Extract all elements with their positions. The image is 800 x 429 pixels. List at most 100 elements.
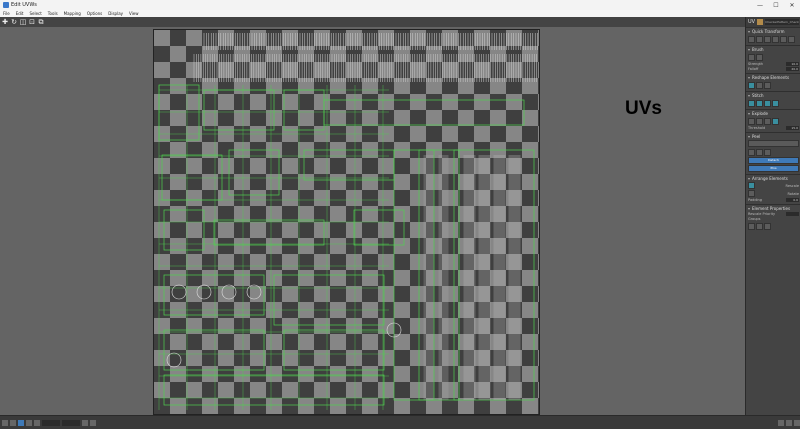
rescale-priority-input[interactable] (786, 212, 799, 216)
move-tool-icon[interactable]: ✚ (1, 18, 9, 26)
threshold-input[interactable]: 15.0 (786, 126, 799, 130)
section-stitch: Stitch (746, 91, 800, 109)
peel-icon[interactable] (756, 149, 763, 156)
menu-select[interactable]: Select (29, 11, 41, 16)
explode-icon[interactable] (748, 118, 755, 125)
vertex-mode-icon[interactable] (2, 419, 8, 426)
stitch-target-icon[interactable] (764, 100, 771, 107)
section-header[interactable]: Reshape Elements (748, 75, 799, 80)
threshold-label: Threshold (748, 126, 766, 130)
status-bar (0, 415, 800, 429)
strength-label: Strength (748, 62, 764, 66)
section-brush: Brush Strength 10.0 Falloff 20.0 (746, 45, 800, 73)
window-title: Edit UVWs (11, 2, 37, 8)
snap-icon[interactable] (90, 419, 96, 426)
strength-input[interactable]: 10.0 (786, 62, 799, 66)
section-element-properties: Element Properties Rescale Priority Grou… (746, 204, 800, 232)
rescale-priority-label: Rescale Priority (748, 212, 776, 216)
group-select-icon[interactable] (764, 223, 771, 230)
v-coordinate-field[interactable] (62, 419, 80, 426)
padding-label: Padding (748, 198, 762, 202)
rescale-checkbox[interactable]: Rescale (786, 184, 799, 188)
stitch-source-icon[interactable] (748, 100, 755, 107)
rotate-cw-icon[interactable] (780, 36, 787, 43)
align-vertical-icon[interactable] (764, 36, 771, 43)
groups-label: Groups (748, 217, 761, 221)
detach-button[interactable]: Detach (748, 157, 799, 164)
reset-peel-icon[interactable] (764, 149, 771, 156)
stitch-average-icon[interactable] (756, 100, 763, 107)
menu-mapping[interactable]: Mapping (64, 11, 81, 16)
section-arrange-elements: Arrange Elements Rescale Rotate Padding 0… (746, 174, 800, 204)
object-name-field[interactable]: CheckerPattern_Checker (765, 19, 799, 25)
uv-editor-canvas[interactable] (153, 29, 540, 415)
break-icon[interactable] (756, 118, 763, 125)
align-icon[interactable] (748, 36, 755, 43)
section-peel: Peel Detach Pins (746, 132, 800, 174)
rotate-tool-icon[interactable]: ↻ (10, 18, 18, 26)
falloff-label: Falloff (748, 67, 759, 71)
pack-normalize-icon[interactable] (748, 190, 755, 197)
weld-icon[interactable] (764, 118, 771, 125)
section-header[interactable]: Peel (748, 134, 799, 139)
uvs-annotation: UVs (625, 98, 662, 119)
lock-icon[interactable] (82, 419, 88, 426)
quick-peel-icon[interactable] (748, 149, 755, 156)
close-button[interactable]: ✕ (784, 0, 800, 10)
section-header[interactable]: Brush (748, 47, 799, 52)
group-remove-icon[interactable] (756, 223, 763, 230)
menu-file[interactable]: File (3, 11, 10, 16)
straighten-icon[interactable] (748, 82, 755, 89)
peel-mode-button[interactable] (748, 140, 799, 147)
group-add-icon[interactable] (748, 223, 755, 230)
menu-display[interactable]: Display (108, 11, 123, 16)
menu-bar: File Edit Select Tools Mapping Options D… (0, 10, 800, 17)
section-header[interactable]: Quick Transform (748, 29, 799, 34)
scale-tool-icon[interactable]: ◫ (19, 18, 27, 26)
padding-input[interactable]: 0.0 (786, 198, 799, 202)
section-header[interactable]: Element Properties (748, 206, 799, 211)
menu-view[interactable]: View (129, 11, 139, 16)
section-header[interactable]: Explode (748, 111, 799, 116)
menu-options[interactable]: Options (87, 11, 102, 16)
element-mode-icon[interactable] (26, 419, 32, 426)
relax-icon[interactable] (756, 82, 763, 89)
flip-icon[interactable] (788, 36, 795, 43)
minimize-button[interactable]: — (752, 0, 768, 10)
rotate-ccw-icon[interactable] (772, 36, 779, 43)
pins-button[interactable]: Pins (748, 165, 799, 172)
circle-icon[interactable] (764, 82, 771, 89)
falloff-input[interactable]: 20.0 (786, 67, 799, 71)
uv-tools-panel: UV CheckerPattern_Checker Quick Transfor… (745, 17, 800, 415)
align-horizontal-icon[interactable] (756, 36, 763, 43)
channel-label: UV (748, 19, 756, 25)
freeform-tool-icon[interactable]: ⊡ (28, 18, 36, 26)
zoom-icon[interactable] (778, 419, 784, 426)
pan-icon[interactable] (786, 419, 792, 426)
app-icon (3, 2, 9, 8)
menu-edit[interactable]: Edit (16, 11, 24, 16)
maximize-button[interactable]: ☐ (768, 0, 784, 10)
menu-tools[interactable]: Tools (48, 11, 58, 16)
object-selector[interactable]: UV CheckerPattern_Checker (746, 17, 800, 27)
face-mode-icon[interactable] (18, 419, 24, 426)
relax-brush-icon[interactable] (756, 54, 763, 61)
flatten-icon[interactable] (772, 118, 779, 125)
zoom-extents-icon[interactable] (794, 419, 800, 426)
select-by-element-icon[interactable] (34, 419, 40, 426)
brush-icon[interactable] (748, 54, 755, 61)
section-reshape-elements: Reshape Elements (746, 73, 800, 91)
section-header[interactable]: Stitch (748, 93, 799, 98)
rotate-checkbox[interactable]: Rotate (788, 192, 799, 196)
title-bar: Edit UVWs — ☐ ✕ (0, 0, 800, 10)
u-coordinate-field[interactable] (42, 419, 60, 426)
texture-swatch[interactable] (757, 19, 764, 25)
window-controls: — ☐ ✕ (752, 0, 800, 10)
uv-layout-svg (154, 30, 539, 414)
section-header[interactable]: Arrange Elements (748, 176, 799, 181)
stitch-custom-icon[interactable] (772, 100, 779, 107)
mirror-tool-icon[interactable]: ⧉ (37, 18, 45, 26)
edge-mode-icon[interactable] (10, 419, 16, 426)
section-quick-transform: Quick Transform (746, 27, 800, 45)
pack-icon[interactable] (748, 182, 755, 189)
